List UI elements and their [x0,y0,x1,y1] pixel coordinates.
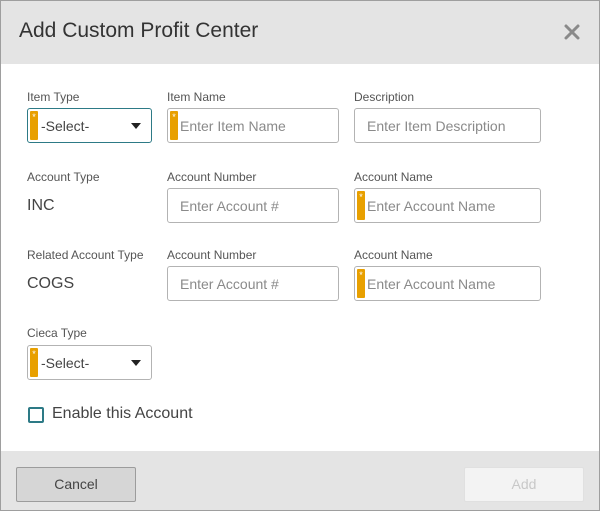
required-marker: * [30,348,38,377]
item-type-select[interactable]: * -Select- [27,108,152,143]
item-type-selected: -Select- [41,118,90,134]
cieca-type-selected: -Select- [41,355,90,371]
close-icon[interactable] [562,22,582,42]
add-profit-center-dialog: Add Custom Profit Center Item Type * -Se… [0,0,600,511]
enable-account-label[interactable]: Enable this Account [52,405,193,423]
related-account-number-input[interactable] [168,267,338,300]
cancel-button[interactable]: Cancel [16,467,136,502]
related-account-type-value: COGS [27,275,75,292]
item-type-label: Item Type [27,90,80,104]
account-number-field [167,188,339,223]
related-account-type-label: Related Account Type [27,248,144,262]
dialog-header: Add Custom Profit Center [1,1,599,64]
account-name-label: Account Name [354,170,433,184]
account-name-input[interactable] [355,189,540,222]
cieca-type-select[interactable]: * -Select- [27,345,152,380]
related-account-number-label: Account Number [167,248,257,262]
account-type-value: INC [27,197,55,214]
account-name-field: * [354,188,541,223]
chevron-down-icon [131,123,141,129]
description-label: Description [354,90,415,104]
related-account-name-label: Account Name [354,248,433,262]
item-name-field: * [167,108,339,143]
item-name-input[interactable] [168,109,338,142]
account-type-label: Account Type [27,170,100,184]
dialog-footer: Cancel Add [1,451,599,510]
add-button[interactable]: Add [464,467,584,502]
chevron-down-icon [131,360,141,366]
account-number-label: Account Number [167,170,257,184]
related-account-name-input[interactable] [355,267,540,300]
account-number-input[interactable] [168,189,338,222]
item-name-label: Item Name [167,90,226,104]
required-marker: * [30,111,38,140]
related-account-number-field [167,266,339,301]
related-account-name-field: * [354,266,541,301]
dialog-title: Add Custom Profit Center [19,19,259,42]
description-field [354,108,541,143]
enable-account-checkbox[interactable] [28,407,44,423]
description-input[interactable] [355,109,540,142]
cieca-type-label: Cieca Type [27,326,87,340]
